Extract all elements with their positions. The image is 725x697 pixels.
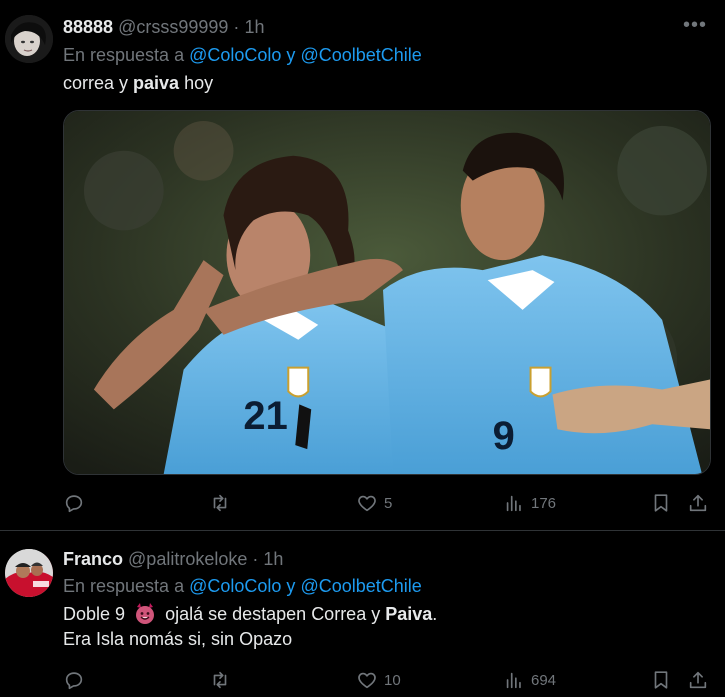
devil-face-emoji-icon: [136, 603, 155, 624]
share-button[interactable]: [687, 666, 709, 694]
display-name[interactable]: Franco: [63, 549, 123, 569]
tweet-text: Doble 9 ojalá se destapen Correa y Paiva…: [63, 601, 437, 652]
views-count: 176: [531, 494, 557, 512]
retweet-icon: [213, 671, 227, 689]
tweet-text: correa y paiva hoy: [63, 71, 213, 96]
reply-context: En respuesta a @ColoColo y @CoolbetChile: [63, 575, 422, 597]
svg-text:9: 9: [493, 414, 515, 458]
share-button[interactable]: [687, 489, 709, 517]
avatar[interactable]: [5, 549, 53, 597]
bookmark-button[interactable]: [650, 489, 672, 517]
tweet[interactable]: 88888 @crsss99999 · 1h ••• En respuesta …: [0, 0, 725, 530]
text-bold: paiva: [133, 73, 180, 93]
reply-context: En respuesta a @ColoColo y @CoolbetChile: [63, 44, 422, 66]
text-segment: Doble 9: [63, 604, 126, 624]
views-count: 694: [531, 671, 557, 689]
separator-dot: ·: [252, 549, 259, 569]
like-count: 10: [384, 671, 401, 689]
heart-icon: [358, 495, 376, 512]
reply-prefix: En respuesta a: [63, 45, 185, 65]
user-handle[interactable]: @crsss99999: [118, 17, 228, 37]
display-name[interactable]: 88888: [63, 17, 113, 37]
user-handle[interactable]: @palitrokeloke: [128, 549, 247, 569]
like-count: 5: [384, 494, 393, 512]
share-icon: [689, 494, 707, 512]
views-button[interactable]: 694: [503, 666, 556, 694]
reply-icon: [65, 495, 83, 513]
heart-icon: [358, 672, 376, 689]
svg-text:21: 21: [243, 394, 287, 438]
like-button[interactable]: 5: [356, 489, 392, 517]
retweet-button[interactable]: [209, 489, 231, 517]
views-icon: [506, 495, 521, 512]
tweet[interactable]: Franco @palitrokeloke · 1h En respuesta …: [0, 531, 725, 697]
tweet-actions: 5 176: [63, 489, 711, 517]
retweet-icon: [213, 494, 227, 512]
timestamp[interactable]: 1h: [244, 17, 264, 37]
mention-link[interactable]: @CoolbetChile: [300, 45, 421, 65]
bookmark-icon: [654, 494, 668, 512]
bookmark-button[interactable]: [650, 666, 672, 694]
reply-button[interactable]: [63, 666, 85, 694]
mention-joiner: y: [286, 45, 296, 65]
like-button[interactable]: 10: [356, 666, 401, 694]
retweet-button[interactable]: [209, 666, 231, 694]
mention-link[interactable]: @ColoColo: [189, 45, 281, 65]
timestamp[interactable]: 1h: [263, 549, 283, 569]
tweet-header: 88888 @crsss99999 · 1h: [63, 16, 264, 38]
mention-joiner: y: [286, 576, 296, 596]
mention-link[interactable]: @CoolbetChile: [300, 576, 421, 596]
reply-icon: [65, 672, 83, 690]
separator-dot: ·: [233, 17, 240, 37]
avatar[interactable]: [5, 15, 53, 63]
text-line: Doble 9 ojalá se destapen Correa y Paiva…: [63, 601, 437, 627]
text-line: Era Isla nomás si, sin Opazo: [63, 629, 293, 649]
reply-button[interactable]: [63, 489, 85, 517]
text-segment: hoy: [179, 73, 214, 93]
views-button[interactable]: 176: [503, 489, 556, 517]
views-icon: [506, 672, 521, 689]
share-icon: [689, 671, 707, 689]
text-segment: correa y: [63, 73, 134, 93]
reply-prefix: En respuesta a: [63, 576, 185, 596]
more-options-icon[interactable]: •••: [683, 14, 707, 37]
tweet-actions: 10 694: [63, 666, 711, 694]
tweet-header: Franco @palitrokeloke · 1h: [63, 548, 283, 570]
mention-link[interactable]: @ColoColo: [189, 576, 281, 596]
text-segment: ojalá se destapen Correa y: [165, 604, 386, 624]
text-bold: Paiva: [385, 604, 433, 624]
bookmark-icon: [654, 671, 668, 689]
text-segment: .: [432, 604, 438, 624]
tweet-photo[interactable]: 21 9: [63, 110, 711, 475]
